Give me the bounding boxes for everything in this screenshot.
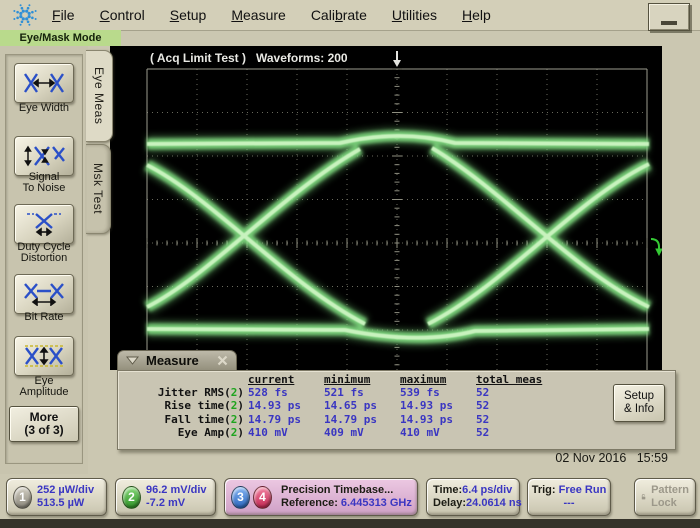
bit-rate-icon bbox=[23, 282, 65, 306]
waveform-count-label: Waveforms: 200 bbox=[256, 51, 348, 65]
duty-cycle-distortion-label: Duty Cycle Distortion bbox=[0, 242, 88, 264]
menu-bar: File Control Setup Measure Calibrate Utilitie… bbox=[0, 0, 700, 31]
sidebar: Eye Width Signal To Noise bbox=[0, 46, 88, 474]
pattern-lock-button[interactable]: Pattern Lock bbox=[634, 478, 696, 516]
measure-table: currentminimummaximumtotal measJitter RM… bbox=[124, 373, 560, 439]
timebase-scale-button[interactable]: Time:6.4 ps/div Delay:24.0614 ns bbox=[426, 478, 520, 516]
eye-amplitude-button[interactable] bbox=[14, 336, 74, 376]
timebase-title: Precision Timebase... bbox=[281, 484, 412, 497]
duty-cycle-distortion-icon bbox=[23, 212, 65, 236]
eye-amplitude-icon bbox=[23, 344, 65, 368]
measure-panel-tab[interactable]: Measure bbox=[117, 350, 237, 370]
menu-items: File Control Setup Measure Calibrate Utilitie… bbox=[52, 7, 491, 23]
mode-label: Eye/Mask Mode bbox=[0, 30, 121, 46]
trig-value: Free Run bbox=[559, 484, 607, 496]
trigger-marker-icon[interactable] bbox=[393, 51, 401, 67]
channel-1-offset: 513.5 µW bbox=[37, 497, 94, 510]
measure-column-header: total meas bbox=[476, 373, 560, 386]
signal-to-noise-button[interactable] bbox=[14, 136, 74, 176]
bit-rate-button[interactable] bbox=[14, 274, 74, 314]
measure-column-header: maximum bbox=[400, 373, 476, 386]
reference-value: 6.445313 GHz bbox=[341, 497, 412, 509]
duty-cycle-distortion-button[interactable] bbox=[14, 204, 74, 244]
menu-item-setup[interactable]: Setup bbox=[170, 7, 207, 23]
eye-amplitude-label: Eye Amplitude bbox=[0, 376, 88, 398]
more-button-line2: (3 of 3) bbox=[24, 424, 63, 437]
menu-item-control[interactable]: Control bbox=[100, 7, 145, 23]
open-lock-icon bbox=[641, 489, 646, 505]
close-icon[interactable] bbox=[217, 355, 228, 366]
trigger-button[interactable]: Trig: Free Run --- bbox=[527, 478, 611, 516]
minimize-icon bbox=[661, 21, 677, 25]
pattern-lock-line1: Pattern bbox=[651, 484, 689, 497]
waveform-display: ( Acq Limit Test ) Waveforms: 200 bbox=[110, 46, 662, 370]
agilent-spark-logo-icon bbox=[8, 2, 42, 28]
channel-1-scale: 252 µW/div bbox=[37, 484, 94, 497]
menu-item-file[interactable]: File bbox=[52, 7, 75, 23]
eye-width-icon bbox=[23, 71, 65, 95]
channel-2-scale: 96.2 mV/div bbox=[146, 484, 207, 497]
measure-row: Fall time(2)14.79 ps14.79 ps14.93 ps52 bbox=[124, 413, 560, 426]
minimize-button[interactable] bbox=[648, 3, 690, 31]
setup-info-line1: Setup bbox=[624, 390, 654, 403]
measure-panel-body: currentminimummaximumtotal measJitter RM… bbox=[117, 370, 676, 450]
collapse-chevron-icon[interactable] bbox=[126, 356, 139, 365]
setup-info-button[interactable]: Setup & Info bbox=[613, 384, 665, 422]
menu-item-help[interactable]: Help bbox=[462, 7, 491, 23]
measure-row: Eye Amp(2)410 mV409 mV410 mV52 bbox=[124, 426, 560, 439]
acq-limit-test-label: ( Acq Limit Test ) bbox=[150, 51, 246, 65]
measure-row: Jitter RMS(2)528 fs521 fs539 fs52 bbox=[124, 386, 560, 399]
channel-2-badge: 2 bbox=[122, 486, 141, 509]
channel-1-badge: 1 bbox=[13, 486, 32, 509]
channel-2-offset: -7.2 mV bbox=[146, 497, 207, 510]
eye-diagram-waveform bbox=[110, 46, 662, 370]
reference-label: Reference: bbox=[281, 497, 338, 509]
acquisition-status-line: ( Acq Limit Test ) Waveforms: 200 bbox=[150, 51, 348, 65]
channel-4-badge: 4 bbox=[253, 486, 272, 509]
measure-panel-title: Measure bbox=[146, 353, 210, 368]
measure-row: Rise time(2)14.93 ps14.65 ps14.93 ps52 bbox=[124, 399, 560, 412]
channel-2-button[interactable]: 2 96.2 mV/div -7.2 mV bbox=[115, 478, 216, 516]
more-button[interactable]: More (3 of 3) bbox=[9, 406, 79, 442]
menu-item-measure[interactable]: Measure bbox=[231, 7, 285, 23]
status-bar: 1 252 µW/div 513.5 µW 2 96.2 mV/div -7.2… bbox=[0, 472, 700, 520]
time-value: 6.4 ps/div bbox=[462, 484, 512, 496]
window-bottom-edge bbox=[0, 519, 700, 528]
measure-column-header: current bbox=[248, 373, 324, 386]
measure-column-header: minimum bbox=[324, 373, 400, 386]
precision-timebase-button[interactable]: 3 4 Precision Timebase... Reference: 6.4… bbox=[224, 478, 418, 516]
trig-line2: --- bbox=[532, 497, 607, 510]
channel-1-button[interactable]: 1 252 µW/div 513.5 µW bbox=[6, 478, 107, 516]
signal-to-noise-icon bbox=[23, 144, 65, 168]
tab-msk-test[interactable]: Msk Test bbox=[86, 144, 111, 234]
bit-rate-label: Bit Rate bbox=[0, 312, 88, 323]
channel-3-badge: 3 bbox=[231, 486, 250, 509]
datetime-label: 02 Nov 2016 15:59 bbox=[555, 451, 668, 465]
scope-application-window: File Control Setup Measure Calibrate Utilitie… bbox=[0, 0, 700, 528]
tab-eye-meas[interactable]: Eye Meas bbox=[86, 50, 113, 142]
delay-value: 24.0614 ns bbox=[466, 497, 522, 509]
setup-info-line2: & Info bbox=[624, 403, 654, 416]
menu-item-utilities[interactable]: Utilities bbox=[392, 7, 437, 23]
signal-to-noise-label: Signal To Noise bbox=[0, 172, 88, 194]
trig-label: Trig: bbox=[532, 484, 559, 496]
reference-level-marker-icon[interactable] bbox=[651, 239, 662, 255]
eye-width-label: Eye Width bbox=[0, 103, 88, 114]
delay-label: Delay: bbox=[433, 497, 466, 509]
time-label: Time: bbox=[433, 484, 462, 496]
pattern-lock-line2: Lock bbox=[651, 497, 689, 510]
menu-item-calibrate[interactable]: Calibrate bbox=[311, 7, 367, 23]
eye-width-button[interactable] bbox=[14, 63, 74, 103]
